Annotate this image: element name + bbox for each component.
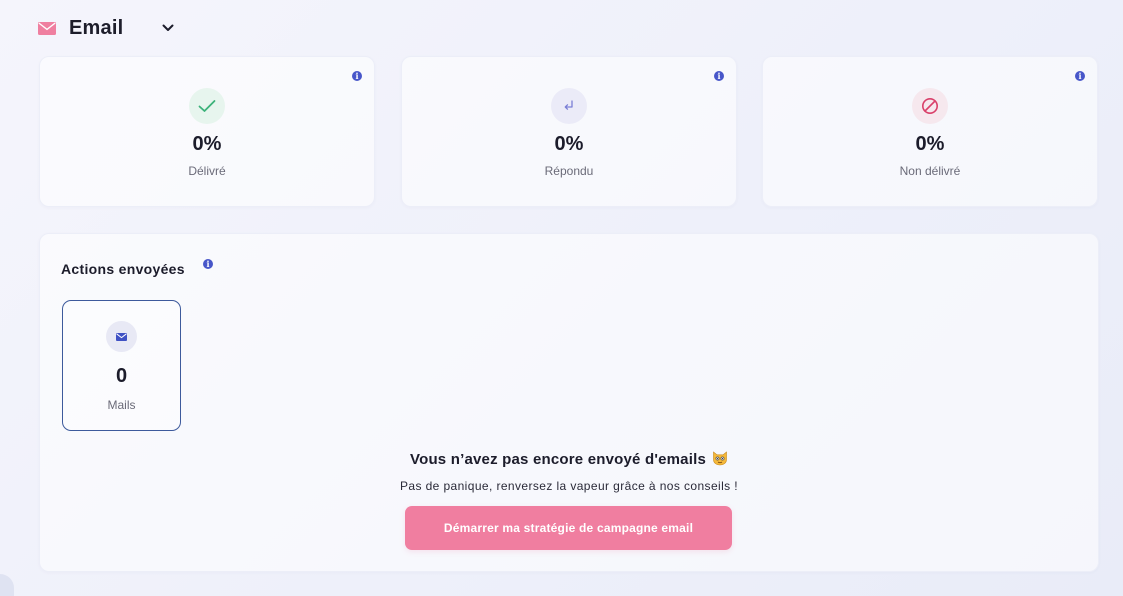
check-icon [189, 88, 225, 124]
mails-label: Mails [107, 398, 136, 412]
stat-card-replied: i 0% Répondu [401, 56, 737, 207]
stat-value: 0% [192, 133, 222, 155]
stat-label: Délivré [188, 164, 226, 178]
page-title: Email [69, 16, 124, 39]
actions-panel: Actions envoyées i 0 Mails Vous n’avez p… [39, 233, 1099, 572]
reply-arrow-icon [551, 88, 587, 124]
stat-label: Non délivré [899, 164, 961, 178]
info-icon[interactable]: i [203, 259, 213, 269]
background-corner-shape [0, 574, 14, 596]
mails-tile[interactable]: 0 Mails [62, 300, 181, 431]
cat-face-icon [712, 450, 728, 466]
info-icon[interactable]: i [1075, 71, 1085, 81]
stat-card-delivered: i 0% Délivré [39, 56, 375, 207]
prohibited-icon [912, 88, 948, 124]
channel-selector[interactable]: Email [38, 14, 175, 42]
stat-card-not-delivered: i 0% Non délivré [762, 56, 1098, 207]
info-icon[interactable]: i [714, 71, 724, 81]
empty-state-title: Vous n’avez pas encore envoyé d'emails [40, 450, 1098, 468]
stat-value: 0% [915, 133, 945, 155]
info-icon[interactable]: i [352, 71, 362, 81]
envelope-icon [106, 321, 137, 352]
envelope-icon [38, 21, 56, 35]
stat-label: Répondu [544, 164, 594, 178]
empty-state-title-text: Vous n’avez pas encore envoyé d'emails [409, 451, 706, 468]
section-title: Actions envoyées [61, 261, 185, 277]
empty-state-subtitle: Pas de panique, renversez la vapeur grâc… [399, 479, 739, 493]
stat-value: 0% [554, 133, 584, 155]
chevron-down-icon[interactable] [161, 21, 175, 35]
start-campaign-button[interactable]: Démarrer ma stratégie de campagne email [405, 506, 732, 550]
mails-count: 0 [115, 365, 128, 387]
